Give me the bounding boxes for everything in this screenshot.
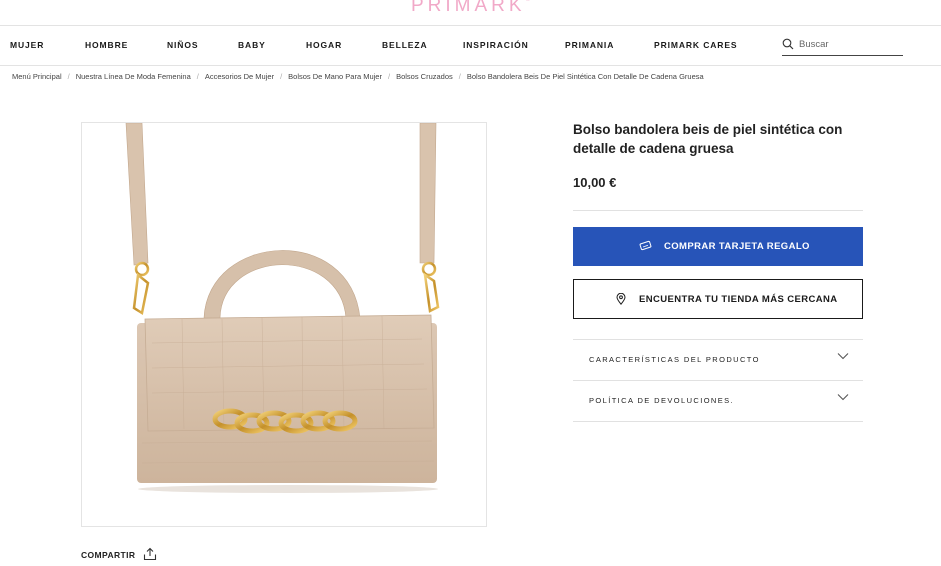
search-icon[interactable] — [782, 38, 794, 50]
product-image — [125, 122, 440, 493]
share-icon[interactable] — [143, 547, 157, 561]
breadcrumb-item[interactable]: Bolsos Cruzados — [396, 72, 453, 81]
nav-item-primania[interactable]: PRIMANIA — [565, 40, 614, 50]
find-store-label: ENCUENTRA TU TIENDA MÁS CERCANA — [639, 294, 838, 305]
product-price: 10,00 € — [573, 175, 617, 190]
location-pin-icon — [616, 293, 626, 305]
buy-gift-card-button[interactable]: COMPRAR TARJETA REGALO — [573, 227, 863, 266]
buy-gift-card-label: COMPRAR TARJETA REGALO — [664, 241, 810, 252]
logo-bar: PRIMARK® — [0, 0, 941, 26]
main-nav: MUJER HOMBRE NIÑOS BABY HOGAR BELLEZA IN… — [0, 26, 941, 66]
accordion-product-features[interactable]: CARACTERÍSTICAS DEL PRODUCTO — [573, 340, 863, 380]
nav-item-belleza[interactable]: BELLEZA — [382, 40, 428, 50]
share-label[interactable]: COMPARTIR — [81, 550, 135, 560]
breadcrumb-item[interactable]: Menú Principal — [12, 72, 62, 81]
primark-logo[interactable]: PRIMARK® — [0, 0, 941, 17]
divider — [573, 421, 863, 422]
breadcrumb-item[interactable]: Bolsos De Mano Para Mujer — [288, 72, 382, 81]
nav-item-primark-cares[interactable]: PRIMARK CARES — [654, 40, 737, 50]
nav-item-ninos[interactable]: NIÑOS — [167, 40, 198, 50]
product-title: Bolso bandolera beis de piel sintética c… — [573, 122, 843, 156]
divider — [573, 210, 863, 211]
breadcrumb-separator: / — [458, 72, 461, 81]
breadcrumb-separator: / — [196, 72, 199, 81]
breadcrumb: Menú Principal / Nuestra Línea De Moda Fem… — [12, 72, 704, 81]
breadcrumb-separator: / — [280, 72, 283, 81]
breadcrumb-current: Bolso Bandolera Beis De Piel Sintética C… — [466, 72, 704, 81]
breadcrumb-item[interactable]: Nuestra Línea De Moda Femenina — [76, 72, 191, 81]
accordion-label: CARACTERÍSTICAS DEL PRODUCTO — [589, 355, 760, 364]
nav-item-baby[interactable]: BABY — [238, 40, 266, 50]
nav-item-hogar[interactable]: HOGAR — [306, 40, 342, 50]
nav-item-inspiracion[interactable]: INSPIRACIÓN — [463, 40, 529, 50]
nav-item-hombre[interactable]: HOMBRE — [85, 40, 128, 50]
breadcrumb-separator: / — [387, 72, 391, 81]
breadcrumb-separator: / — [67, 72, 70, 81]
accordion-return-policy[interactable]: POLÍTICA DE DEVOLUCIONES. — [573, 381, 863, 421]
gift-card-icon — [639, 240, 652, 251]
nav-item-mujer[interactable]: MUJER — [10, 40, 44, 50]
search-input[interactable] — [799, 36, 899, 52]
accordion-label: POLÍTICA DE DEVOLUCIONES. — [589, 396, 735, 405]
chevron-down-icon[interactable] — [837, 352, 849, 360]
breadcrumb-item[interactable]: Accesorios De Mujer — [205, 72, 274, 81]
find-store-button[interactable]: ENCUENTRA TU TIENDA MÁS CERCANA — [573, 279, 863, 319]
chevron-down-icon[interactable] — [837, 393, 849, 401]
product-image-frame[interactable] — [81, 122, 487, 527]
search-box[interactable] — [782, 36, 903, 56]
